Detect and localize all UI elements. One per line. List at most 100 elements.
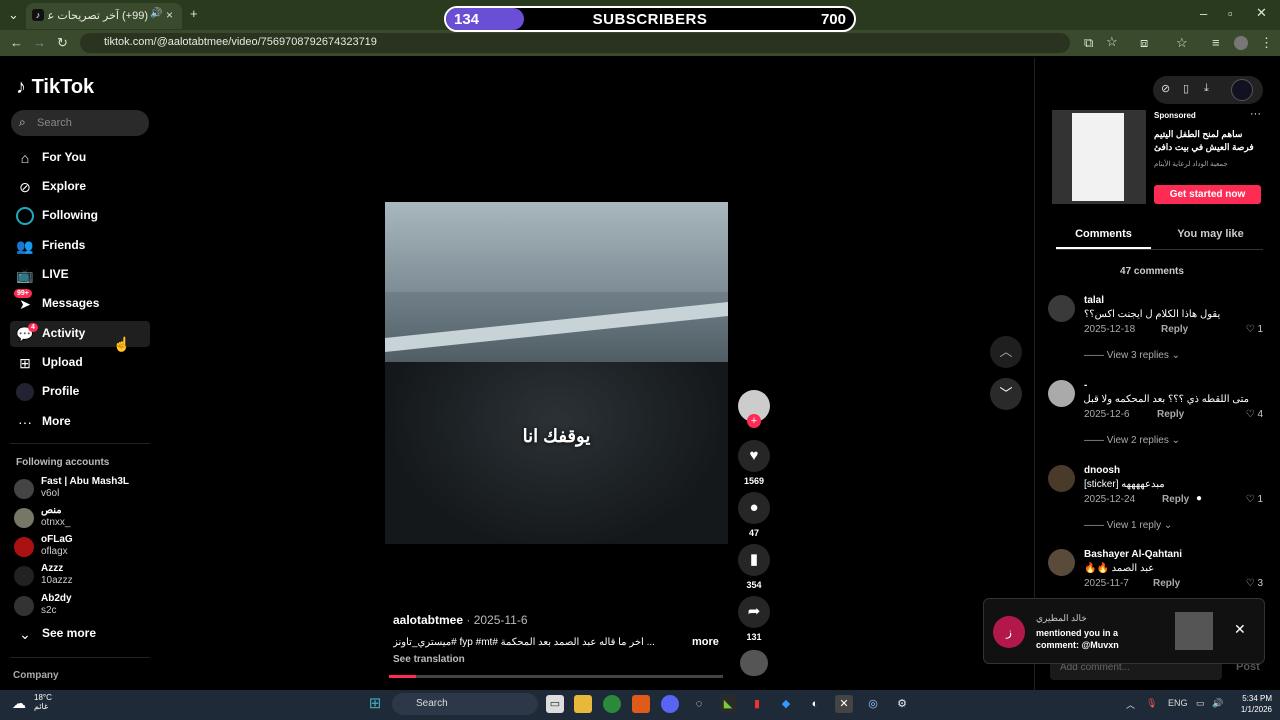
- nav-profile[interactable]: Profile: [10, 379, 150, 405]
- maximize-icon[interactable]: ▫: [1228, 6, 1233, 21]
- tab-comments[interactable]: Comments: [1056, 228, 1151, 249]
- reload-icon[interactable]: ↻: [57, 35, 68, 51]
- reply-button[interactable]: Reply: [1162, 494, 1189, 505]
- mention-notification[interactable]: ز خالد المطيري mentioned you in a commen…: [983, 598, 1265, 664]
- app-icon[interactable]: ◆: [777, 695, 795, 713]
- like-button[interactable]: ♥: [738, 440, 770, 472]
- comment-like[interactable]: ♡ 3: [1246, 578, 1263, 589]
- following-account[interactable]: Azzz 10azzz: [14, 563, 154, 589]
- ad-options-icon[interactable]: ···: [1250, 108, 1261, 120]
- taskbar-search[interactable]: Search: [392, 693, 538, 715]
- close-icon[interactable]: ✕: [1234, 621, 1246, 638]
- minimize-icon[interactable]: –: [1200, 6, 1207, 21]
- comment-author[interactable]: Bashayer Al-Qahtani: [1084, 549, 1182, 560]
- start-icon[interactable]: ⊞: [366, 695, 384, 713]
- taskbar-clock[interactable]: 5:34 PM 1/1/2026: [1232, 693, 1272, 715]
- save-button[interactable]: ▮: [738, 544, 770, 576]
- nav-upload[interactable]: ⊞ Upload: [10, 350, 150, 376]
- back-icon[interactable]: ←: [10, 35, 23, 50]
- download-icon[interactable]: ⤓: [1204, 82, 1209, 95]
- following-account[interactable]: oFLaG oflagx: [14, 534, 154, 560]
- ad-cta-button[interactable]: Get started now: [1154, 185, 1261, 204]
- view-replies-button[interactable]: —— View 3 replies ⌄: [1084, 350, 1180, 361]
- file-explorer-icon[interactable]: [574, 695, 592, 713]
- speaker-icon[interactable]: 🔊: [150, 8, 162, 19]
- comment-like[interactable]: ♡ 1: [1246, 494, 1263, 505]
- reply-button[interactable]: Reply: [1157, 409, 1184, 420]
- tab-you-may-like[interactable]: You may like: [1163, 228, 1258, 240]
- new-tab-icon[interactable]: +: [190, 6, 198, 21]
- avatar[interactable]: [1048, 380, 1075, 407]
- url-bar[interactable]: tiktok.com/@aalotabtmee/video/7569708792…: [80, 33, 1070, 53]
- ad-image[interactable]: [1052, 110, 1146, 204]
- see-translation-link[interactable]: See translation: [393, 654, 465, 665]
- user-avatar[interactable]: [1231, 79, 1253, 101]
- reply-button[interactable]: Reply: [1153, 578, 1180, 589]
- task-view-icon[interactable]: ▭: [546, 695, 564, 713]
- tiktok-logo[interactable]: ♪ TikTok: [16, 76, 94, 99]
- nav-more[interactable]: ··· More: [10, 409, 150, 435]
- phone-icon[interactable]: ▯: [1183, 82, 1189, 95]
- discord-icon[interactable]: [661, 695, 679, 713]
- share-button[interactable]: ➦: [738, 596, 770, 628]
- forward-icon[interactable]: →: [33, 35, 46, 50]
- avatar[interactable]: [1048, 295, 1075, 322]
- cast-icon[interactable]: ⧉: [1084, 35, 1093, 51]
- comment-like[interactable]: ♡ 4: [1246, 409, 1263, 420]
- microphone-icon[interactable]: 🎙: [1146, 698, 1157, 709]
- nav-explore[interactable]: ⊘ Explore: [10, 174, 150, 200]
- comment-author[interactable]: talal: [1084, 295, 1104, 306]
- search-input[interactable]: ⌕ Search: [11, 110, 149, 136]
- weather-widget[interactable]: 18°C غائم: [34, 693, 52, 711]
- music-disc-icon[interactable]: [740, 650, 768, 676]
- more-link[interactable]: more: [692, 636, 719, 648]
- app-icon[interactable]: ⚙: [893, 695, 911, 713]
- reply-button[interactable]: Reply: [1161, 324, 1188, 335]
- view-replies-button[interactable]: —— View 1 reply ⌄: [1084, 520, 1172, 531]
- nav-following[interactable]: Following: [10, 203, 150, 229]
- volume-icon[interactable]: 🔊: [1212, 698, 1223, 709]
- comment-author[interactable]: -: [1084, 380, 1087, 391]
- following-account[interactable]: منص otnxx_: [14, 505, 154, 531]
- company-link[interactable]: Company: [13, 670, 59, 681]
- loading-icon[interactable]: ◌: [690, 695, 708, 713]
- follow-plus-icon[interactable]: +: [747, 414, 761, 428]
- nav-friends[interactable]: 👥 Friends: [10, 233, 150, 259]
- app-icon[interactable]: ✕: [835, 695, 853, 713]
- browser-tab[interactable]: ♪ (99+) آخر تصريحات عبد الصمد.. 🔊 ×: [26, 3, 182, 29]
- steam-icon[interactable]: ◎: [864, 695, 882, 713]
- following-account[interactable]: Ab2dy s2c: [14, 593, 154, 619]
- netflix-icon[interactable]: ▮: [748, 695, 766, 713]
- close-tab-icon[interactable]: ×: [166, 8, 173, 22]
- avatar[interactable]: [1048, 549, 1075, 576]
- nvidia-icon[interactable]: ◣: [719, 695, 737, 713]
- nav-messages[interactable]: ➤ 99+ Messages: [10, 289, 150, 317]
- next-video-button[interactable]: ﹀: [990, 378, 1022, 410]
- tab-search-icon[interactable]: ⌄: [8, 7, 19, 23]
- nav-live[interactable]: 📺 LIVE: [10, 262, 150, 288]
- video-player[interactable]: يوقفك انا: [385, 202, 728, 544]
- avatar[interactable]: [1048, 465, 1075, 492]
- network-icon[interactable]: ▭: [1196, 698, 1205, 709]
- see-more-button[interactable]: ⌄ See more: [10, 621, 150, 647]
- bookmark-star-icon[interactable]: ☆: [1106, 34, 1118, 50]
- brave-icon[interactable]: [632, 695, 650, 713]
- video-author-line[interactable]: aalotabtmee · 2025-11-6: [393, 613, 528, 627]
- profile-avatar[interactable]: [1234, 36, 1248, 50]
- comment-author[interactable]: dnoosh: [1084, 465, 1120, 476]
- language-indicator[interactable]: ENG: [1168, 698, 1188, 708]
- comment-like[interactable]: ♡ 1: [1246, 324, 1263, 335]
- reading-list-icon[interactable]: ≡: [1212, 35, 1220, 50]
- chrome-icon[interactable]: [603, 695, 621, 713]
- following-account[interactable]: Fast | Abu Mash3L v6ol: [14, 476, 154, 502]
- close-window-icon[interactable]: ✕: [1256, 5, 1267, 21]
- view-replies-button[interactable]: —— View 2 replies ⌄: [1084, 435, 1180, 446]
- app-icon[interactable]: ◐: [806, 695, 824, 713]
- previous-video-button[interactable]: ︿: [990, 336, 1022, 368]
- browser-menu-icon[interactable]: ⋮: [1260, 35, 1273, 51]
- video-progress-bar[interactable]: [389, 675, 723, 678]
- compass-icon[interactable]: ⊘: [1161, 82, 1170, 95]
- bookmarks-icon[interactable]: ☆: [1176, 35, 1188, 51]
- nav-for-you[interactable]: ⌂ For You: [10, 145, 150, 171]
- comment-button[interactable]: ●: [738, 492, 770, 524]
